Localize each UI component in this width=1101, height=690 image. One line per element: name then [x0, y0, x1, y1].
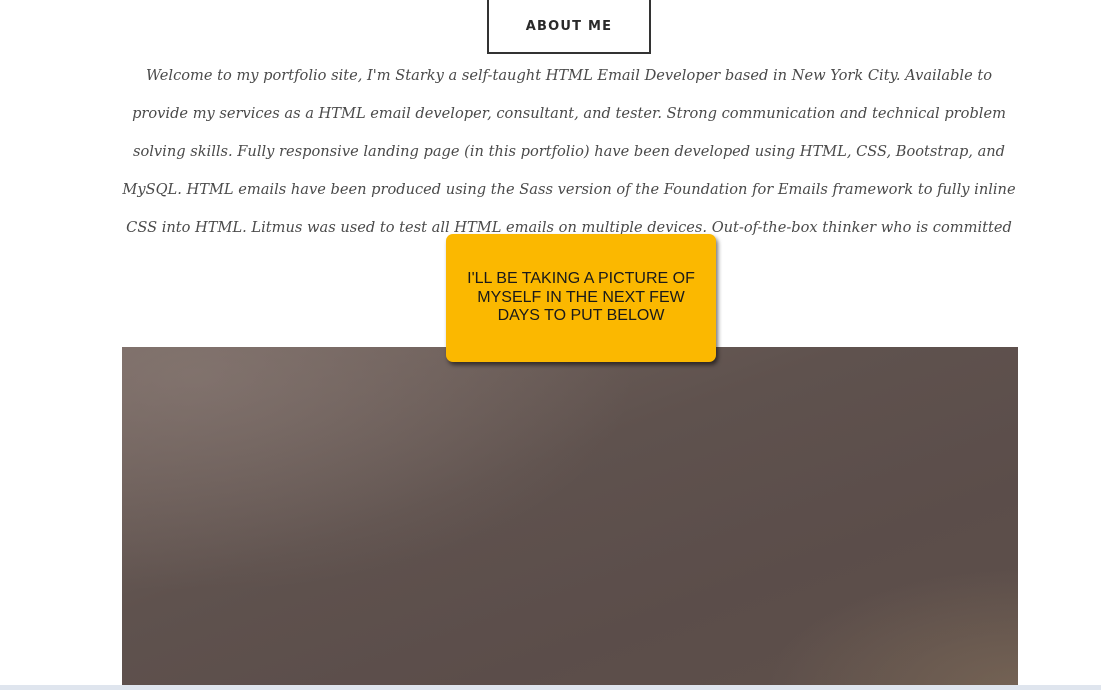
- profile-photo-placeholder: [122, 347, 1018, 690]
- photo-notice-tooltip: I'LL BE TAKING A PICTURE OF MYSELF IN TH…: [446, 234, 716, 362]
- photo-notice-text: I'LL BE TAKING A PICTURE OF MYSELF IN TH…: [467, 270, 695, 325]
- browser-bottom-edge: [0, 685, 1101, 690]
- about-me-button[interactable]: ABOUT ME: [487, 0, 651, 54]
- about-section: ABOUT ME Welcome to my portfolio site, I…: [0, 0, 1101, 690]
